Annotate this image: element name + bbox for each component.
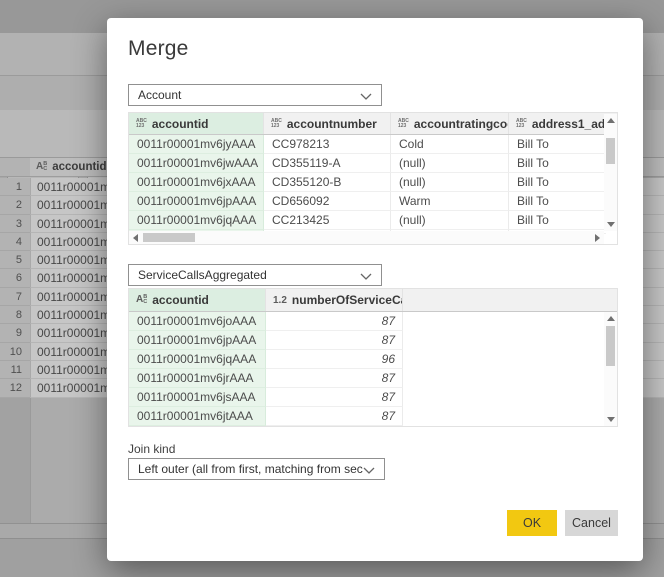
vertical-scrollbar[interactable] [604,312,617,426]
scroll-down-icon[interactable] [604,413,617,426]
table-row: 0011r00001mv6jpAAA CD656092 Warm Bill To [129,192,617,211]
join-kind-select[interactable]: Left outer (all from first, matching fro… [128,458,385,480]
second-preview-table: A BC accountid 1.2 numberOfServiceCalls … [128,288,618,427]
table-row: 0011r00001mv6joAAA 87 [129,312,617,331]
join-kind-label: Join kind [128,442,175,456]
cancel-button[interactable]: Cancel [565,510,618,536]
dialog-title: Merge [128,37,189,61]
table-row: 0011r00001mv6jrAAA 87 [129,369,617,388]
scroll-right-icon[interactable] [591,231,604,244]
scroll-down-icon[interactable] [604,218,617,231]
first-table-select[interactable]: Account [128,84,382,106]
table-row: 0011r00001mv6jqAAA 96 [129,350,617,369]
scroll-up-icon[interactable] [604,114,617,127]
first-table-selected-value: Account [138,88,181,102]
join-kind-selected-value: Left outer (all from first, matching fro… [138,462,373,476]
table-row: 0011r00001mv6jwAAA CD355119-A (null) Bil… [129,154,617,173]
scrollbar-thumb[interactable] [606,326,615,366]
scrollbar-thumb[interactable] [606,138,615,164]
column-header-numberofservicecalls[interactable]: 1.2 numberOfServiceCalls [266,289,403,311]
table-row: 0011r00001mv6jpAAA 87 [129,331,617,350]
merge-dialog: Merge Account ABC123 accountid ABC123 ac… [107,18,643,561]
column-header-accountid[interactable]: ABC123 accountid [129,113,264,134]
column-header-label: accountid [52,161,106,173]
column-header-empty [403,289,606,311]
any-type-icon: ABC123 [271,119,282,128]
ok-button[interactable]: OK [507,510,557,536]
scrollbar-thumb[interactable] [143,233,195,242]
vertical-scrollbar[interactable] [604,114,617,231]
scroll-left-icon[interactable] [129,231,142,244]
decimal-type-icon: 1.2 [273,295,287,306]
text-type-icon: A BC [36,162,47,172]
any-type-icon: ABC123 [136,119,147,128]
first-preview-table: ABC123 accountid ABC123 accountnumber AB… [128,112,618,245]
horizontal-scrollbar[interactable] [129,231,604,244]
column-header-accountratingcode[interactable]: ABC123 accountratingcode [391,113,509,134]
column-header-address1[interactable]: ABC123 address1_addr [509,113,606,134]
chevron-down-icon [360,93,372,100]
second-table-selected-value: ServiceCallsAggregated [138,268,267,282]
second-table-select[interactable]: ServiceCallsAggregated [128,264,382,286]
column-header-accountnumber[interactable]: ABC123 accountnumber [264,113,391,134]
text-type-icon: A BC [136,295,147,305]
any-type-icon: ABC123 [516,119,527,128]
table-row: 0011r00001mv6jqAAA CC213425 (null) Bill … [129,211,617,230]
table-row: 0011r00001mv6jxAAA CD355120-B (null) Bil… [129,173,617,192]
scroll-up-icon[interactable] [604,312,617,325]
table-row: 0011r00001mv6jyAAA CC978213 Cold Bill To [129,135,617,154]
chevron-down-icon [363,467,375,474]
any-type-icon: ABC123 [398,119,409,128]
chevron-down-icon [360,273,372,280]
column-header-accountid[interactable]: A BC accountid [129,289,266,311]
row-number-header [0,158,30,176]
table-row: 0011r00001mv6jtAAA 87 [129,407,617,426]
table-row: 0011r00001mv6jsAAA 87 [129,388,617,407]
